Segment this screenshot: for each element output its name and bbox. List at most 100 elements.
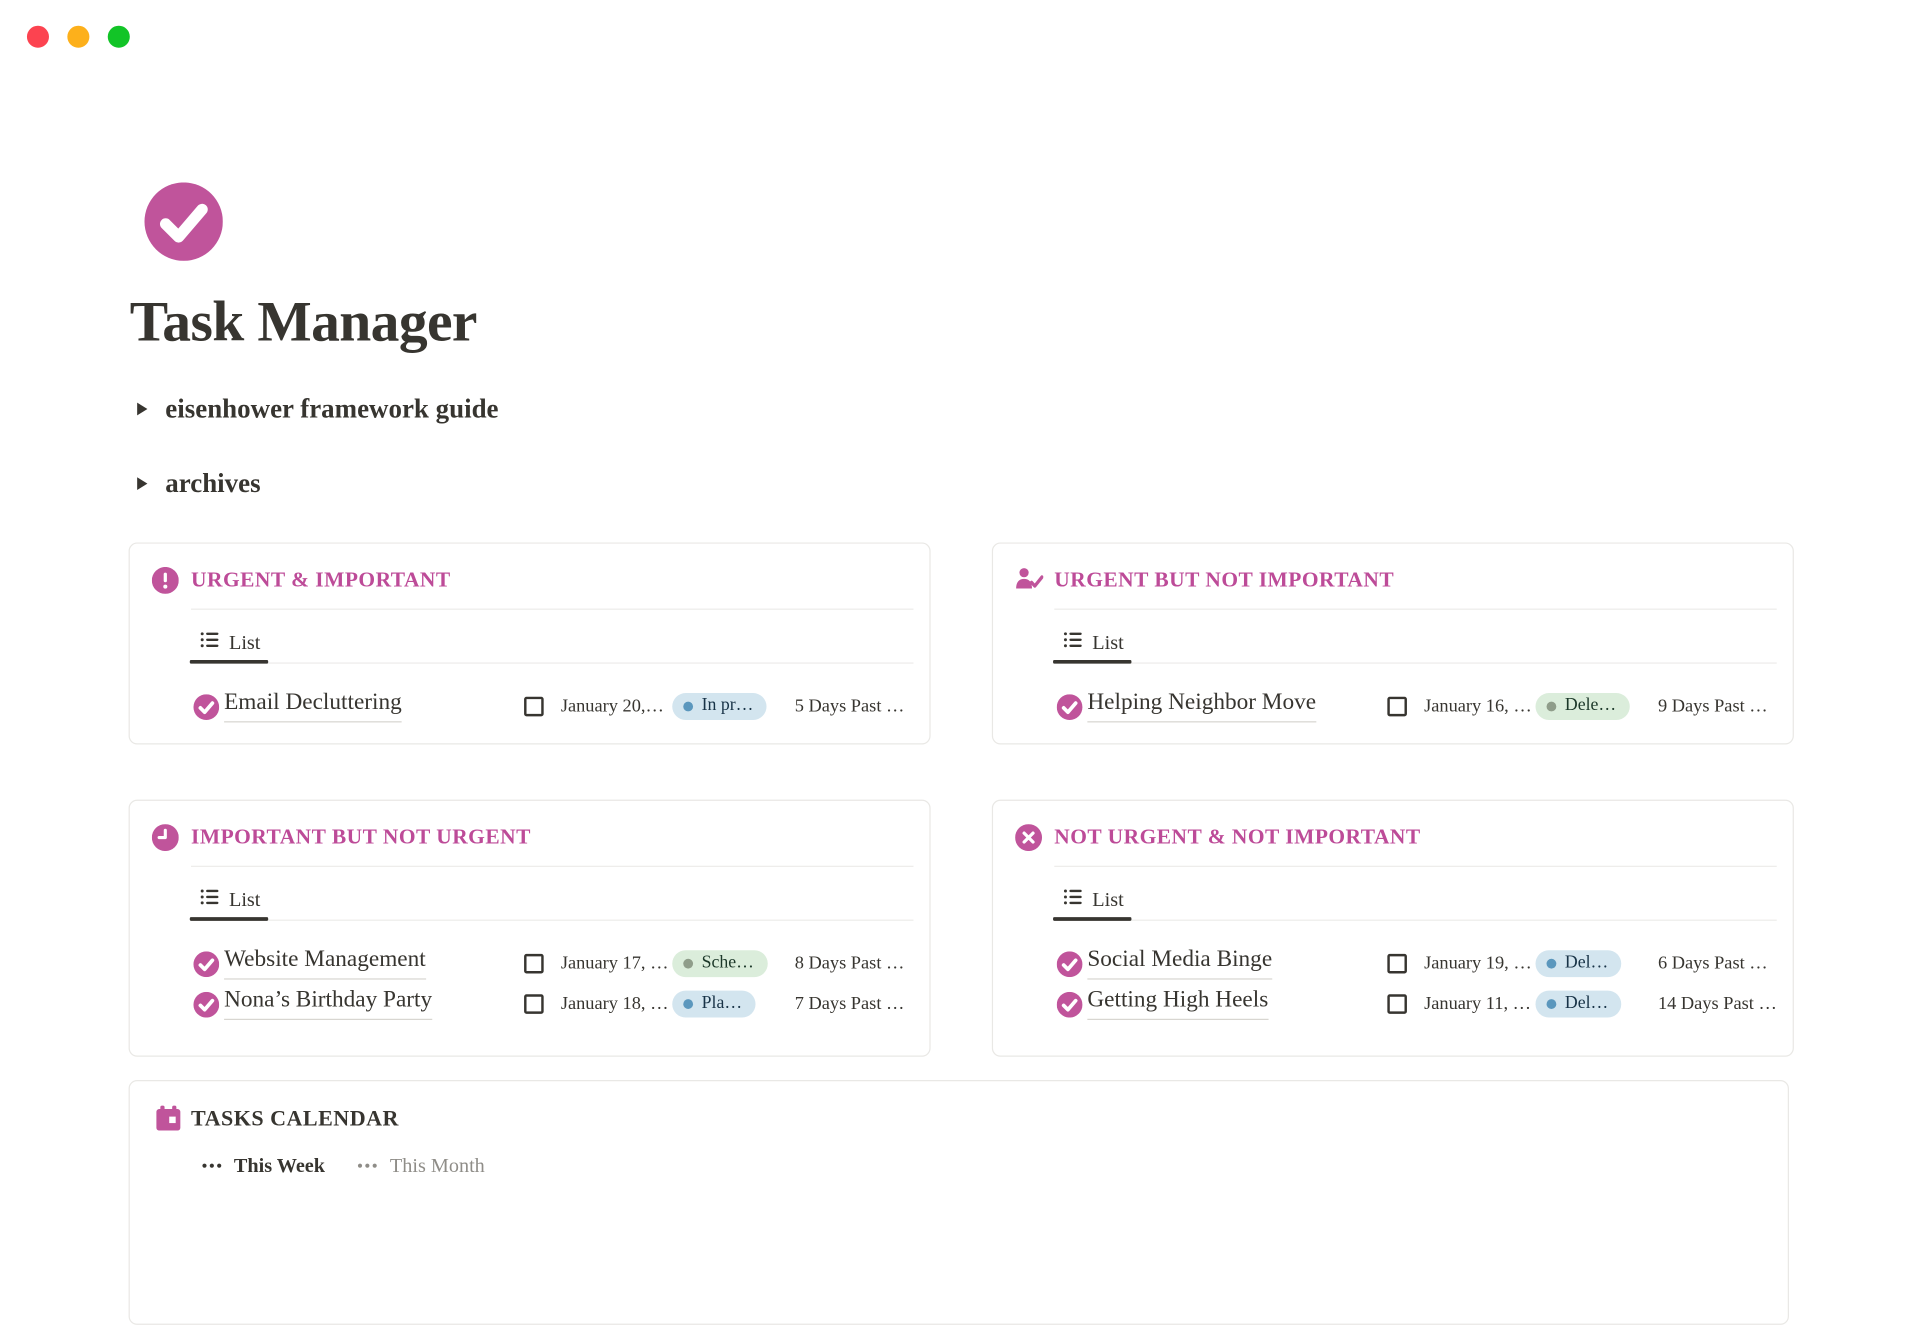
status-dot-icon (1547, 999, 1557, 1009)
status-dot-icon (683, 701, 693, 711)
task-row: Helping Neighbor Move January 16, … Dele… (993, 688, 1793, 728)
status-badge[interactable]: Sche… (672, 950, 767, 977)
calendar-view-tabs: This Week This Month (201, 1153, 485, 1177)
task-name[interactable]: Getting High Heels (1087, 987, 1268, 1020)
status-badge[interactable]: Pla… (672, 991, 755, 1018)
list-icon (1063, 887, 1084, 914)
tab-this-week[interactable]: This Week (201, 1153, 325, 1177)
minimize-window-button[interactable] (67, 26, 89, 48)
tab-list[interactable]: List (200, 629, 261, 656)
tab-list[interactable]: List (1063, 887, 1124, 914)
task-check-icon[interactable] (1057, 694, 1083, 720)
person-check-icon (1015, 567, 1042, 594)
toggle-triangle-icon (136, 402, 148, 417)
calendar-icon (154, 1104, 182, 1132)
tab-bar-border (191, 920, 913, 921)
list-icon (200, 887, 221, 914)
task-checkbox[interactable] (524, 994, 544, 1014)
task-date[interactable]: January 19, … (1424, 954, 1532, 975)
days-past-label: 14 Days Past … (1658, 994, 1777, 1015)
divider (191, 609, 913, 610)
tab-bar-border (1054, 662, 1776, 663)
days-past-label: 5 Days Past … (795, 697, 905, 718)
quadrant-title: URGENT & IMPORTANT (191, 567, 451, 593)
active-tab-underline (190, 917, 268, 921)
days-past-label: 6 Days Past … (1658, 954, 1768, 975)
toggle-label: eisenhower framework guide (165, 393, 498, 425)
status-badge[interactable]: Del… (1536, 950, 1622, 977)
days-past-label: 9 Days Past … (1658, 697, 1768, 718)
tasks-calendar-card: TASKS CALENDAR This Week This Month (129, 1080, 1789, 1325)
quadrant-title: IMPORTANT BUT NOT URGENT (191, 824, 531, 850)
tab-label: List (229, 631, 260, 655)
task-name[interactable]: Helping Neighbor Move (1087, 689, 1316, 722)
task-row: Nona’s Birthday Party January 18, … Pla…… (130, 986, 930, 1026)
task-row: Email Decluttering January 20,… In pr… 5… (130, 688, 930, 728)
task-date[interactable]: January 20,… (561, 697, 664, 718)
x-circle-icon (1015, 824, 1042, 851)
status-badge[interactable]: In pr… (672, 693, 767, 720)
view-dots-icon (357, 1162, 379, 1169)
days-past-label: 8 Days Past … (795, 954, 905, 975)
active-tab-underline (1053, 660, 1131, 664)
status-dot-icon (683, 999, 693, 1009)
tab-list[interactable]: List (1063, 629, 1124, 656)
toggle-label: archives (165, 468, 260, 500)
tab-label: List (229, 888, 260, 912)
task-checkbox[interactable] (1387, 994, 1407, 1014)
clock-circle-icon (152, 824, 179, 851)
tab-this-month[interactable]: This Month (357, 1153, 485, 1177)
toggle-triangle-icon (136, 476, 148, 491)
toggle-eisenhower-framework-guide[interactable]: eisenhower framework guide (136, 392, 499, 426)
tab-label: List (1092, 631, 1123, 655)
toggle-archives[interactable]: archives (136, 467, 261, 501)
task-date[interactable]: January 18, … (561, 994, 669, 1015)
tab-list[interactable]: List (200, 887, 261, 914)
list-icon (200, 629, 221, 656)
task-checkbox[interactable] (524, 954, 544, 974)
task-checkbox[interactable] (1387, 954, 1407, 974)
close-window-button[interactable] (27, 26, 49, 48)
tab-label: List (1092, 888, 1123, 912)
window-controls (27, 26, 130, 48)
task-check-icon[interactable] (193, 694, 219, 720)
divider (191, 866, 913, 867)
quadrant-title: URGENT BUT NOT IMPORTANT (1054, 567, 1394, 593)
quadrant-title: NOT URGENT & NOT IMPORTANT (1054, 824, 1420, 850)
task-row: Getting High Heels January 11, … Del… 14… (993, 986, 1793, 1026)
task-check-icon[interactable] (193, 951, 219, 977)
tab-bar-border (191, 662, 913, 663)
page-title: Task Manager (130, 289, 477, 355)
task-name[interactable]: Website Management (224, 947, 426, 980)
active-tab-underline (190, 660, 268, 664)
task-date[interactable]: January 11, … (1424, 994, 1531, 1015)
task-checkbox[interactable] (1387, 697, 1407, 717)
status-badge[interactable]: Dele… (1536, 693, 1630, 720)
task-name[interactable]: Email Decluttering (224, 689, 402, 722)
calendar-title: TASKS CALENDAR (191, 1106, 399, 1132)
quadrant-urgent-important: URGENT & IMPORTANT List Email Declutteri… (129, 542, 931, 744)
task-row: Website Management January 17, … Sche… 8… (130, 945, 930, 985)
task-date[interactable]: January 17, … (561, 954, 669, 975)
quadrant-important-not-urgent: IMPORTANT BUT NOT URGENT List Website Ma… (129, 800, 931, 1057)
view-dots-icon (201, 1162, 223, 1169)
divider (1054, 866, 1776, 867)
task-name[interactable]: Nona’s Birthday Party (224, 987, 432, 1020)
task-check-icon[interactable] (1057, 992, 1083, 1018)
list-icon (1063, 629, 1084, 656)
quadrant-urgent-not-important: URGENT BUT NOT IMPORTANT List Helping Ne… (992, 542, 1794, 744)
zoom-window-button[interactable] (108, 26, 130, 48)
task-name[interactable]: Social Media Binge (1087, 947, 1272, 980)
task-row: Social Media Binge January 19, … Del… 6 … (993, 945, 1793, 985)
task-checkbox[interactable] (524, 697, 544, 717)
status-badge[interactable]: Del… (1536, 991, 1622, 1018)
task-check-icon[interactable] (193, 992, 219, 1018)
notion-task-manager-page: Task Manager eisenhower framework guide … (0, 0, 1920, 1200)
task-check-icon[interactable] (1057, 951, 1083, 977)
quadrant-not-urgent-not-important: NOT URGENT & NOT IMPORTANT List Social M… (992, 800, 1794, 1057)
tab-bar-border (1054, 920, 1776, 921)
tab-label: This Week (234, 1153, 325, 1177)
status-dot-icon (683, 958, 693, 968)
check-circle-icon[interactable] (144, 182, 222, 260)
task-date[interactable]: January 16, … (1424, 697, 1532, 718)
